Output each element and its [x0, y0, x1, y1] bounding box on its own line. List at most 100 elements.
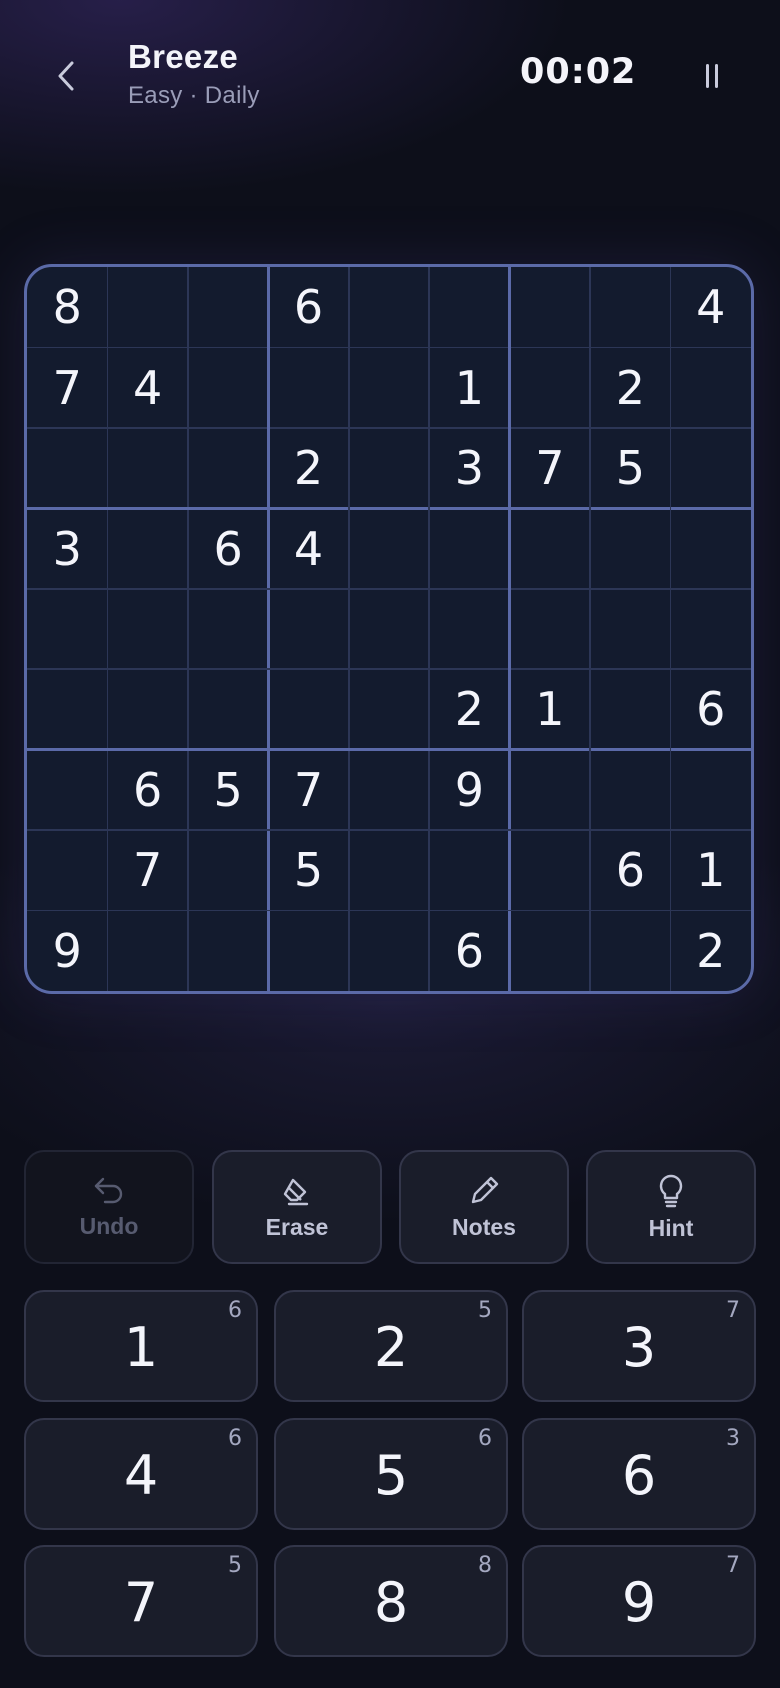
sudoku-cell[interactable]: 1: [671, 830, 751, 910]
sudoku-cell[interactable]: 4: [671, 267, 751, 347]
sudoku-cell[interactable]: [27, 669, 107, 749]
sudoku-cell[interactable]: 7: [268, 750, 348, 830]
sudoku-cell[interactable]: 3: [27, 508, 107, 588]
sudoku-cell[interactable]: [671, 589, 751, 669]
erase-button[interactable]: Erase: [212, 1150, 382, 1264]
sudoku-cell[interactable]: [510, 589, 590, 669]
sudoku-cell[interactable]: [107, 911, 187, 991]
digit-key-7[interactable]: 75: [24, 1545, 258, 1657]
sudoku-cell[interactable]: 2: [671, 911, 751, 991]
notes-button[interactable]: Notes: [399, 1150, 569, 1264]
sudoku-cell[interactable]: 4: [107, 347, 187, 427]
sudoku-cell[interactable]: [107, 669, 187, 749]
sudoku-cell[interactable]: [510, 750, 590, 830]
sudoku-cell[interactable]: 7: [107, 830, 187, 910]
sudoku-cell[interactable]: 1: [429, 347, 509, 427]
sudoku-cell[interactable]: [27, 428, 107, 508]
sudoku-cell[interactable]: [268, 589, 348, 669]
eraser-icon: [283, 1178, 309, 1205]
sudoku-cell[interactable]: [349, 669, 429, 749]
sudoku-cell[interactable]: [349, 347, 429, 427]
chevron-left-icon: [58, 61, 74, 91]
sudoku-cell[interactable]: 7: [27, 347, 107, 427]
sudoku-cell[interactable]: [107, 508, 187, 588]
sudoku-cell[interactable]: [107, 428, 187, 508]
digit-key-2[interactable]: 25: [274, 1290, 508, 1402]
sudoku-cell[interactable]: [349, 428, 429, 508]
sudoku-cell[interactable]: [429, 830, 509, 910]
sudoku-cell[interactable]: 9: [429, 750, 509, 830]
sudoku-cell[interactable]: [188, 589, 268, 669]
sudoku-cell[interactable]: [188, 428, 268, 508]
sudoku-cell[interactable]: [349, 830, 429, 910]
sudoku-cell[interactable]: [188, 669, 268, 749]
back-button[interactable]: [44, 48, 88, 104]
sudoku-cell[interactable]: [510, 508, 590, 588]
sudoku-cell[interactable]: [188, 267, 268, 347]
sudoku-cell[interactable]: [27, 589, 107, 669]
sudoku-cell[interactable]: [27, 830, 107, 910]
sudoku-cell[interactable]: 1: [510, 669, 590, 749]
sudoku-cell[interactable]: [349, 589, 429, 669]
digit-key-3[interactable]: 37: [522, 1290, 756, 1402]
sudoku-cell[interactable]: 4: [268, 508, 348, 588]
sudoku-cell[interactable]: 2: [429, 669, 509, 749]
sudoku-cell[interactable]: 5: [188, 750, 268, 830]
sudoku-cell[interactable]: 8: [27, 267, 107, 347]
sudoku-cell[interactable]: 6: [268, 267, 348, 347]
sudoku-cell[interactable]: [188, 347, 268, 427]
sudoku-cell[interactable]: [268, 911, 348, 991]
sudoku-cell[interactable]: [349, 911, 429, 991]
sudoku-cell[interactable]: [429, 508, 509, 588]
sudoku-cell[interactable]: [671, 347, 751, 427]
digit-key-9[interactable]: 97: [522, 1545, 756, 1657]
sudoku-cell[interactable]: [590, 911, 670, 991]
hint-button[interactable]: Hint: [586, 1150, 756, 1264]
sudoku-cell[interactable]: [671, 428, 751, 508]
sudoku-cell[interactable]: [590, 589, 670, 669]
sudoku-cell[interactable]: [429, 267, 509, 347]
sudoku-cell[interactable]: [107, 589, 187, 669]
sudoku-cell[interactable]: [590, 669, 670, 749]
sudoku-cell[interactable]: [671, 508, 751, 588]
sudoku-cell[interactable]: 5: [590, 428, 670, 508]
sudoku-cell[interactable]: [27, 750, 107, 830]
sudoku-cell[interactable]: [268, 669, 348, 749]
sudoku-cell[interactable]: [590, 750, 670, 830]
sudoku-cell[interactable]: 6: [590, 830, 670, 910]
digit-key-4[interactable]: 46: [24, 1418, 258, 1530]
sudoku-cell[interactable]: 9: [27, 911, 107, 991]
sudoku-cell[interactable]: [510, 267, 590, 347]
sudoku-cell[interactable]: [349, 508, 429, 588]
remaining-count: 3: [726, 1426, 740, 1451]
sudoku-cell[interactable]: [510, 830, 590, 910]
sudoku-cell[interactable]: 2: [268, 428, 348, 508]
digit-key-1[interactable]: 16: [24, 1290, 258, 1402]
sudoku-cell[interactable]: 6: [107, 750, 187, 830]
sudoku-cell[interactable]: 7: [510, 428, 590, 508]
sudoku-cell[interactable]: [349, 267, 429, 347]
undo-button[interactable]: Undo: [24, 1150, 194, 1264]
sudoku-cell[interactable]: [590, 267, 670, 347]
sudoku-cell[interactable]: [671, 750, 751, 830]
sudoku-cell[interactable]: 5: [268, 830, 348, 910]
sudoku-cell[interactable]: 6: [671, 669, 751, 749]
sudoku-cell[interactable]: [590, 508, 670, 588]
sudoku-cell[interactable]: [188, 911, 268, 991]
digit-key-5[interactable]: 56: [274, 1418, 508, 1530]
sudoku-cell[interactable]: 6: [429, 911, 509, 991]
sudoku-cell[interactable]: 3: [429, 428, 509, 508]
digit-key-6[interactable]: 63: [522, 1418, 756, 1530]
sudoku-cell[interactable]: 6: [188, 508, 268, 588]
digit-key-8[interactable]: 88: [274, 1545, 508, 1657]
sudoku-cell[interactable]: [510, 911, 590, 991]
sudoku-cell[interactable]: [268, 347, 348, 427]
sudoku-cell[interactable]: [188, 830, 268, 910]
sudoku-cell[interactable]: 2: [590, 347, 670, 427]
sudoku-cell[interactable]: [349, 750, 429, 830]
digit-label: 2: [373, 1316, 409, 1379]
sudoku-cell[interactable]: [107, 267, 187, 347]
sudoku-cell[interactable]: [510, 347, 590, 427]
pause-button[interactable]: [690, 52, 734, 100]
sudoku-cell[interactable]: [429, 589, 509, 669]
